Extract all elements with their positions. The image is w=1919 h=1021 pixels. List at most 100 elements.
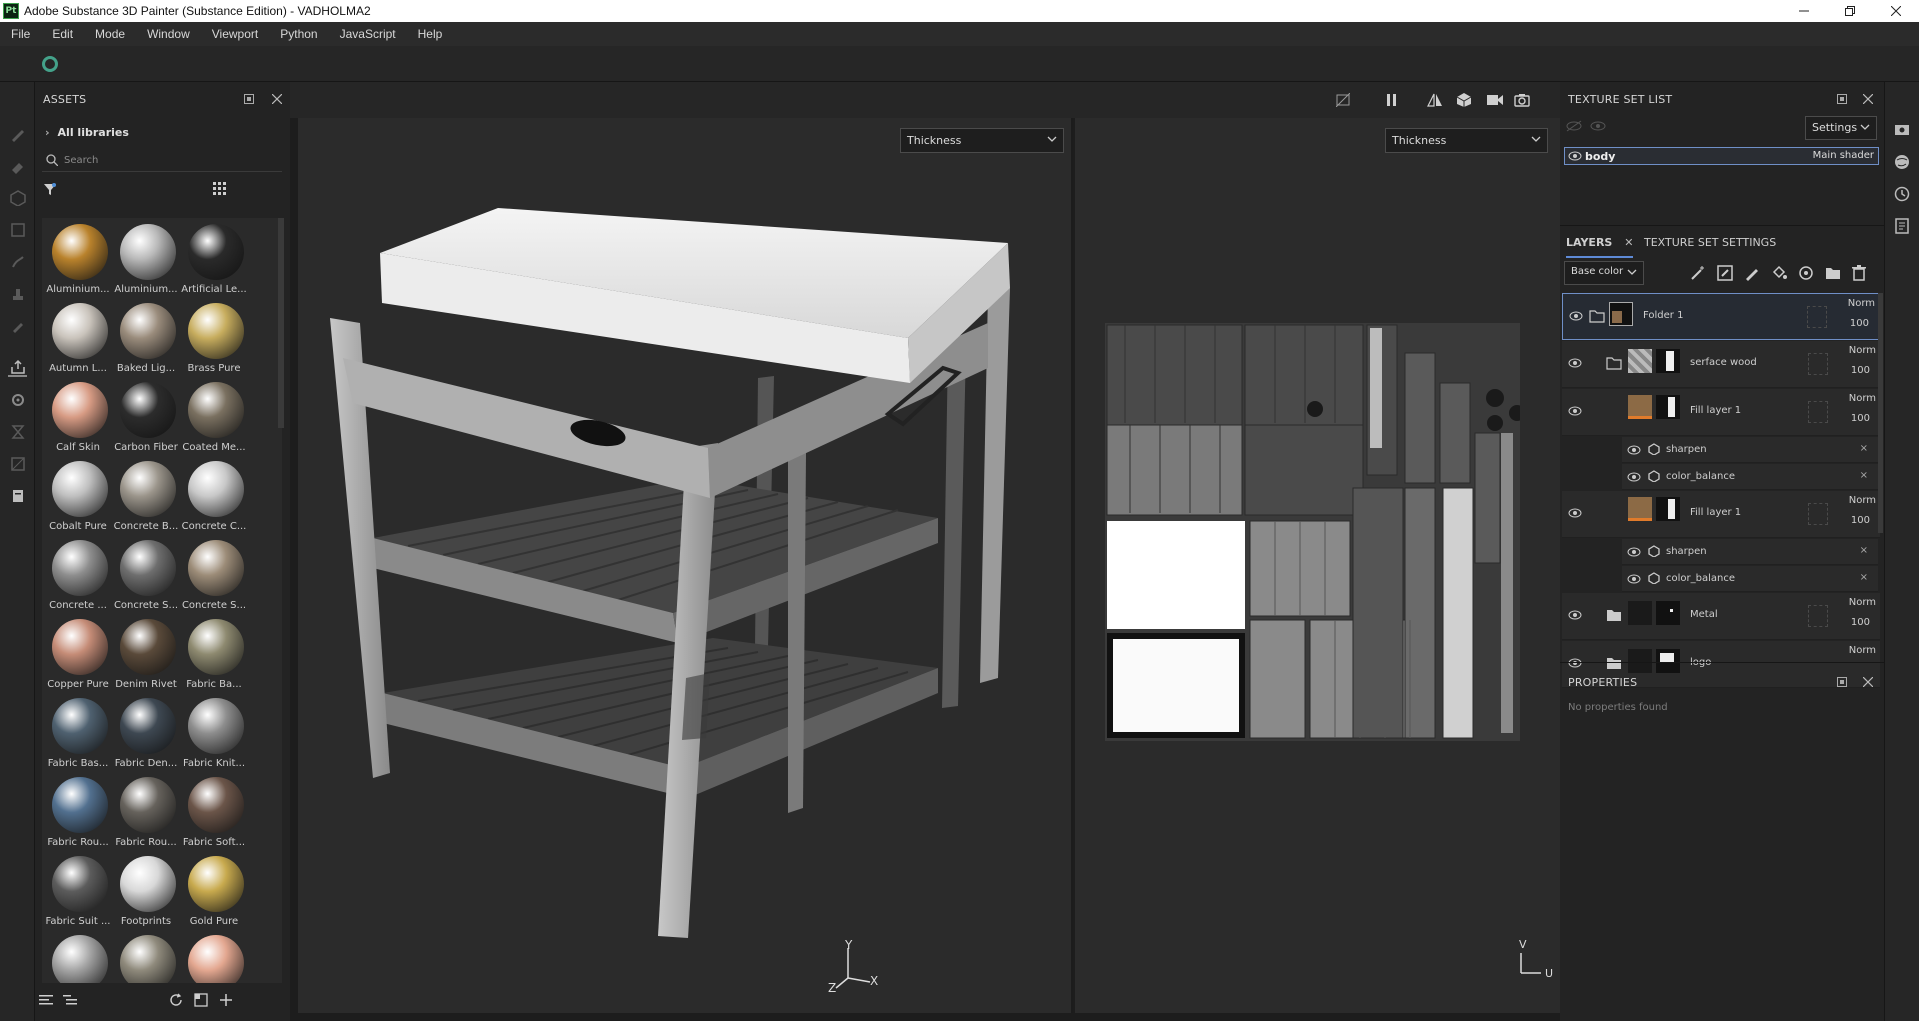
menu-viewport[interactable]: Viewport [201, 27, 269, 41]
close-tab-icon[interactable]: ✕ [1624, 236, 1633, 249]
opacity-value[interactable]: 100 [1851, 365, 1870, 376]
close-panel-icon[interactable] [1863, 677, 1873, 687]
uv-tool[interactable] [8, 454, 27, 473]
filter-row[interactable]: sharpen × [1622, 539, 1878, 565]
document-tool[interactable] [8, 486, 27, 505]
projection-tool[interactable] [8, 188, 27, 207]
asset-tile[interactable]: Footprints [112, 854, 180, 932]
globe-icon[interactable] [1894, 154, 1910, 170]
history-clock-icon[interactable] [1894, 186, 1910, 202]
blend-mode[interactable]: Norm [1831, 298, 1875, 309]
close-panel-icon[interactable] [1863, 94, 1873, 104]
filter-row[interactable]: color_balance × [1622, 464, 1878, 490]
asset-tile[interactable]: Brass Pure [180, 301, 248, 379]
menu-python[interactable]: Python [269, 27, 328, 41]
hide-ui-icon[interactable] [1336, 93, 1350, 107]
opacity-value[interactable]: 100 [1851, 515, 1870, 526]
asset-tile[interactable]: Calf Skin [44, 380, 112, 458]
float-panel-icon[interactable] [1837, 94, 1847, 104]
layer-mask-slot[interactable] [1808, 401, 1828, 423]
asset-tile[interactable]: Artificial Le... [180, 222, 248, 300]
filter-icon[interactable] [43, 182, 57, 196]
breadcrumb[interactable]: › All libraries [45, 126, 129, 139]
eye-icon[interactable] [1569, 311, 1583, 321]
asset-tile[interactable]: Fabric Den... [112, 696, 180, 774]
trash-icon[interactable] [1852, 265, 1866, 281]
asset-tile[interactable]: Fabric Bas... [44, 696, 112, 774]
blend-mode[interactable]: Norm [1832, 495, 1876, 506]
layer-name[interactable]: Fill layer 1 [1690, 405, 1741, 416]
layer-row-folder1[interactable]: Folder 1 Norm 100 [1562, 293, 1880, 340]
viewport-3d[interactable]: Thickness Y Z X [298, 118, 1073, 1013]
layer-mask-slot[interactable] [1808, 605, 1828, 627]
asset-tile[interactable]: Fabric Soft... [180, 775, 248, 853]
paint-layer-icon[interactable] [1744, 265, 1760, 281]
layer-mask-slot[interactable] [1808, 353, 1828, 375]
menu-edit[interactable]: Edit [41, 27, 84, 41]
blend-mode[interactable]: Norm [1832, 393, 1876, 404]
layer-name[interactable]: serface wood [1690, 357, 1757, 368]
asset-tile[interactable]: Concrete ... [44, 538, 112, 616]
tree-view-icon[interactable] [63, 994, 77, 1006]
log-icon[interactable] [1894, 218, 1910, 234]
asset-tile[interactable] [180, 933, 248, 983]
menu-file[interactable]: File [0, 27, 41, 41]
folder-icon[interactable] [1825, 266, 1841, 280]
add-mask-icon[interactable] [1717, 265, 1733, 281]
history-tool[interactable] [8, 422, 27, 441]
asset-tile[interactable]: Fabric Ba... [180, 617, 248, 695]
remove-filter-icon[interactable]: × [1860, 572, 1868, 583]
add-icon[interactable] [220, 994, 232, 1006]
geometry-mask-tool[interactable] [8, 220, 27, 239]
asset-tile[interactable]: Fabric Knit... [180, 696, 248, 774]
asset-tile[interactable]: Cobalt Pure [44, 459, 112, 537]
split-view-icon[interactable] [1426, 92, 1444, 108]
eye-icon[interactable] [1568, 358, 1582, 368]
menu-javascript[interactable]: JavaScript [329, 27, 407, 41]
layer-row-metal[interactable]: Metal Norm 100 [1562, 593, 1880, 640]
opacity-value[interactable]: 100 [1851, 413, 1870, 424]
channel-select-2d[interactable]: Thickness [1385, 128, 1548, 153]
layer-name[interactable]: Fill layer 1 [1690, 507, 1741, 518]
filter-row[interactable]: color_balance × [1622, 566, 1878, 592]
opacity-value[interactable]: 100 [1851, 617, 1870, 628]
eye-icon[interactable] [1568, 508, 1582, 518]
effects-icon[interactable] [1798, 265, 1814, 281]
restore-button[interactable] [1827, 0, 1873, 22]
filter-name[interactable]: color_balance [1666, 471, 1735, 482]
channel-dropdown[interactable]: Base color [1564, 261, 1644, 285]
eye-icon[interactable] [1568, 406, 1582, 416]
color-picker-tool[interactable] [8, 316, 27, 335]
display-settings-icon[interactable] [1894, 122, 1910, 138]
filter-name[interactable]: sharpen [1666, 444, 1707, 455]
list-view-icon[interactable] [39, 994, 53, 1006]
asset-tile[interactable]: Concrete B... [112, 459, 180, 537]
minimize-button[interactable] [1781, 0, 1827, 22]
eraser-tool[interactable] [8, 156, 27, 175]
eye-icon[interactable] [1590, 120, 1606, 132]
opacity-value[interactable]: 100 [1850, 318, 1869, 329]
grid-view-icon[interactable] [213, 182, 227, 196]
blend-mode[interactable]: Norm [1832, 645, 1876, 656]
layer-mask-slot[interactable] [1807, 306, 1827, 328]
layer-row-serface-wood[interactable]: serface wood Norm 100 [1562, 341, 1880, 388]
refresh-icon[interactable] [169, 993, 183, 1007]
asset-tile[interactable]: Fabric Suit ... [44, 854, 112, 932]
status-indicator-icon[interactable] [42, 56, 58, 72]
filter-name[interactable]: color_balance [1666, 573, 1735, 584]
paint-brush-tool[interactable] [8, 124, 27, 143]
new-window-icon[interactable] [194, 993, 208, 1007]
texture-set-row[interactable]: body Main shader [1564, 147, 1879, 165]
settings-dropdown[interactable]: Settings [1805, 116, 1877, 140]
asset-tile[interactable]: Coated Me... [180, 380, 248, 458]
asset-tile[interactable]: Carbon Fiber [112, 380, 180, 458]
close-panel-icon[interactable] [272, 94, 282, 104]
asset-tile[interactable]: Autumn L... [44, 301, 112, 379]
fill-bucket-icon[interactable] [1771, 265, 1787, 281]
layer-name[interactable]: Folder 1 [1643, 310, 1683, 321]
layers-scrollbar[interactable] [1878, 293, 1883, 533]
close-window-button[interactable] [1873, 0, 1919, 22]
asset-tile[interactable] [44, 933, 112, 983]
assets-scrollbar[interactable] [278, 218, 284, 428]
tab-layers[interactable]: LAYERS ✕ [1566, 228, 1634, 258]
